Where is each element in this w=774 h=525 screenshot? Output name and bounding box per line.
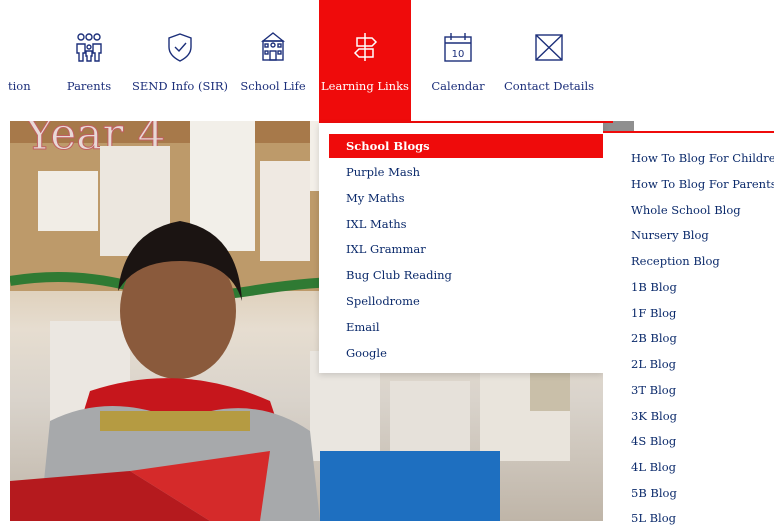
nav-item-label: Calendar <box>431 79 485 93</box>
signpost-icon <box>348 30 382 64</box>
dropdown-item-email[interactable]: Email <box>329 315 603 339</box>
dropdown-item-my-maths[interactable]: My Maths <box>329 186 603 210</box>
learning-links-dropdown: School Blogs Purple Mash My Maths IXL Ma… <box>319 123 603 373</box>
top-navigation: tion Parents SEND Info (SIR) School Life… <box>0 0 774 121</box>
envelope-icon <box>532 30 566 64</box>
nav-item-learning-links[interactable]: Learning Links <box>319 0 411 121</box>
nav-item-label: Parents <box>66 79 112 93</box>
school-blogs-submenu: How To Blog For Children How To Blog For… <box>603 131 774 525</box>
submenu-item-3k-blog[interactable]: 3K Blog <box>631 409 677 423</box>
submenu-item-nursery-blog[interactable]: Nursery Blog <box>631 228 709 242</box>
family-icon <box>72 30 106 64</box>
nav-item-label: SEND Info (SIR) <box>132 79 229 93</box>
nav-item-label: School Life <box>240 79 306 93</box>
submenu-item-2l-blog[interactable]: 2L Blog <box>631 357 676 371</box>
dropdown-item-google[interactable]: Google <box>329 341 603 365</box>
submenu-item-how-to-blog-children[interactable]: How To Blog For Children <box>631 151 774 165</box>
nav-item-send-info[interactable]: SEND Info (SIR) <box>132 0 228 121</box>
submenu-item-5b-blog[interactable]: 5B Blog <box>631 486 677 500</box>
dropdown-item-ixl-maths[interactable]: IXL Maths <box>329 212 603 236</box>
nav-item-label: tion <box>8 79 31 93</box>
submenu-item-2b-blog[interactable]: 2B Blog <box>631 331 677 345</box>
school-building-icon <box>256 30 290 64</box>
submenu-item-reception-blog[interactable]: Reception Blog <box>631 254 720 268</box>
nav-item-calendar[interactable]: 10 Calendar <box>426 0 490 121</box>
submenu-item-5l-blog[interactable]: 5L Blog <box>631 511 676 525</box>
submenu-item-whole-school-blog[interactable]: Whole School Blog <box>631 203 741 217</box>
dropdown-item-spellodrome[interactable]: Spellodrome <box>329 289 603 313</box>
submenu-item-4s-blog[interactable]: 4S Blog <box>631 434 676 448</box>
nav-item-label: Contact Details <box>503 79 595 93</box>
dropdown-item-bug-club-reading[interactable]: Bug Club Reading <box>329 263 603 287</box>
calendar-icon: 10 <box>441 30 475 64</box>
nav-item-label: Learning Links <box>321 79 409 93</box>
dropdown-item-school-blogs[interactable]: School Blogs <box>329 134 603 158</box>
dropdown-item-ixl-grammar[interactable]: IXL Grammar <box>329 237 603 261</box>
nav-item-school-life[interactable]: School Life <box>240 0 306 121</box>
submenu-item-1f-blog[interactable]: 1F Blog <box>631 306 676 320</box>
submenu-item-how-to-blog-parents[interactable]: How To Blog For Parents <box>631 177 774 191</box>
nav-item-contact-details[interactable]: Contact Details <box>503 0 595 121</box>
nav-item-information[interactable]: tion <box>0 0 40 121</box>
submenu-item-3t-blog[interactable]: 3T Blog <box>631 383 676 397</box>
submenu-item-1b-blog[interactable]: 1B Blog <box>631 280 677 294</box>
submenu-item-4l-blog[interactable]: 4L Blog <box>631 460 676 474</box>
dropdown-item-purple-mash[interactable]: Purple Mash <box>329 160 603 184</box>
svg-text:10: 10 <box>452 49 465 60</box>
shield-check-icon <box>163 30 197 64</box>
nav-item-parents[interactable]: Parents <box>60 0 118 121</box>
